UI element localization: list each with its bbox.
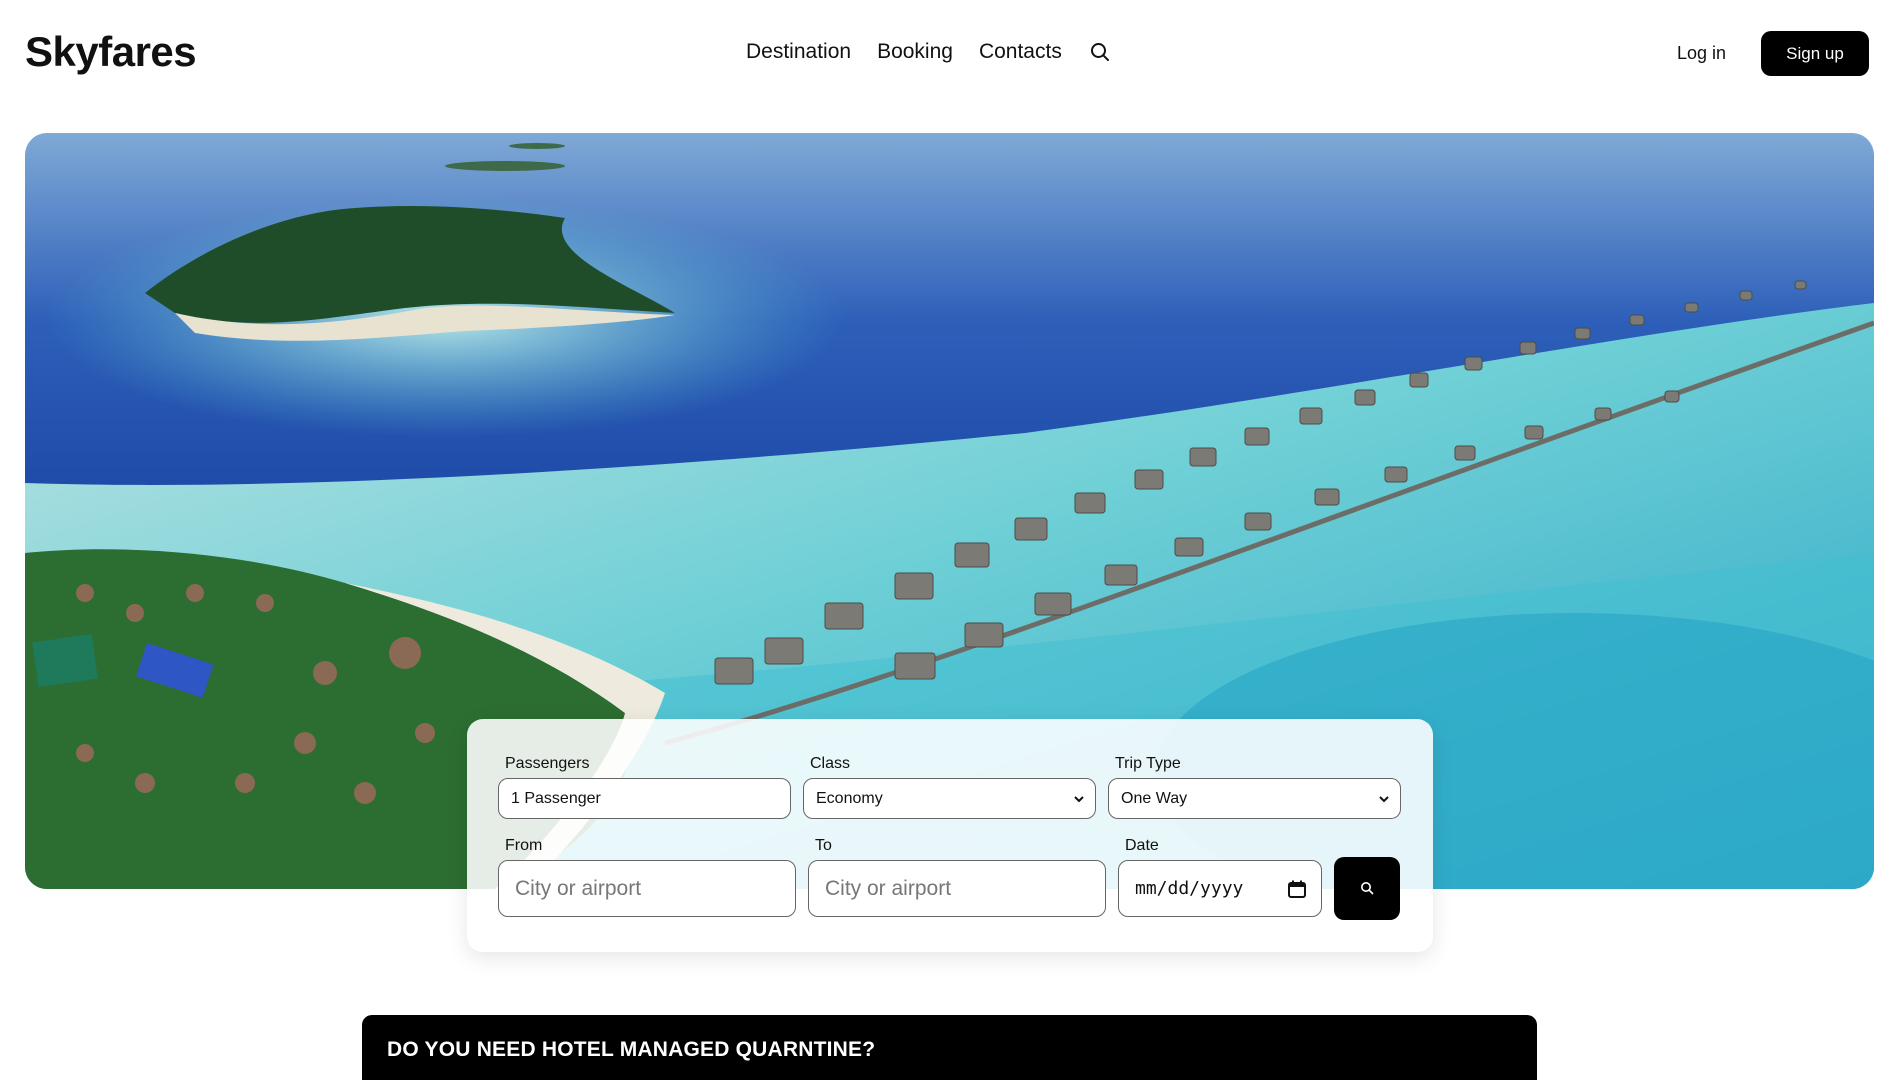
trip-type-label: Trip Type (1115, 755, 1181, 772)
nav-booking[interactable]: Booking (877, 40, 953, 64)
trip-type-value: One Way (1121, 789, 1188, 807)
flight-search-form: Passengers 1 Passenger Class Economy Tri… (467, 719, 1433, 952)
search-submit-button[interactable] (1334, 857, 1400, 920)
search-icon (1361, 882, 1374, 895)
from-placeholder: City or airport (515, 876, 642, 900)
date-input[interactable]: mm/dd/yyyy (1118, 860, 1322, 917)
date-label: Date (1125, 837, 1159, 854)
to-placeholder: City or airport (825, 876, 952, 900)
banner-heading: DO YOU NEED HOTEL MANAGED QUARNTINE? (387, 1038, 876, 1061)
search-icon[interactable] (1089, 41, 1111, 63)
passengers-value: 1 Passenger (511, 789, 601, 807)
from-label: From (505, 837, 543, 854)
class-label: Class (810, 755, 851, 772)
to-input[interactable]: City or airport (808, 860, 1106, 917)
site-header: Skyfares Destination Booking Contacts Lo… (0, 0, 1897, 106)
trip-type-select[interactable]: One Way (1108, 778, 1401, 819)
class-select[interactable]: Economy (803, 778, 1096, 819)
calendar-icon[interactable] (1287, 879, 1307, 899)
chevron-down-icon (1074, 796, 1084, 803)
nav-contacts[interactable]: Contacts (979, 40, 1062, 64)
from-input[interactable]: City or airport (498, 860, 796, 917)
passengers-input[interactable]: 1 Passenger (498, 778, 791, 819)
class-value: Economy (816, 789, 883, 807)
date-placeholder: mm/dd/yyyy (1135, 878, 1244, 899)
nav-destination[interactable]: Destination (746, 40, 851, 64)
to-label: To (815, 837, 832, 854)
signup-button[interactable]: Sign up (1761, 31, 1869, 76)
login-link[interactable]: Log in (1677, 43, 1726, 64)
brand-logo[interactable]: Skyfares (25, 28, 197, 76)
main-nav: Destination Booking Contacts (746, 40, 1111, 64)
passengers-label: Passengers (505, 755, 590, 772)
chevron-down-icon (1379, 796, 1389, 803)
quarantine-banner: DO YOU NEED HOTEL MANAGED QUARNTINE? (362, 1015, 1537, 1080)
